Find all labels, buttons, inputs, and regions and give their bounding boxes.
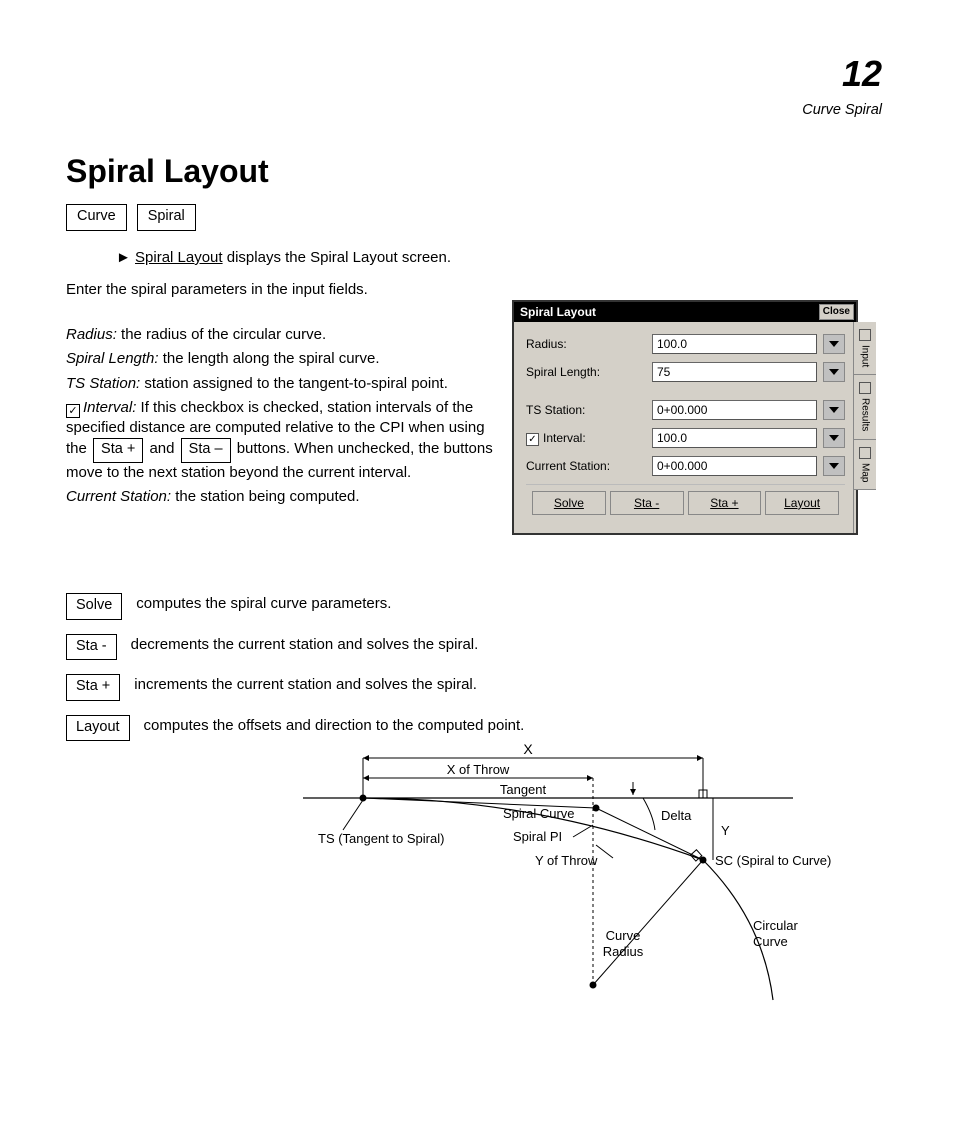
dialog-form: Radius: Spiral Length: TS Station: ✓I <box>514 322 853 533</box>
dialog-body: Radius: Spiral Length: TS Station: ✓I <box>514 322 856 533</box>
page: 12 Curve Spiral Spiral Layout Curve Spir… <box>0 0 954 1146</box>
diagram-x-label: X <box>523 741 533 757</box>
solve-button-ref: Solve <box>66 593 122 620</box>
diagram-x-throw-label: X of Throw <box>447 762 510 777</box>
dialog-titlebar: Spiral Layout Close <box>514 302 856 322</box>
spiral-length-row: Spiral Length: <box>526 362 845 382</box>
diagram-y-label: Y <box>721 823 730 838</box>
spiral-diagram: X X of Throw Tangent TS (Tangent to Spir… <box>303 740 833 1020</box>
interval-label: Interval: <box>543 431 586 445</box>
nav-row: Curve Spiral <box>66 204 196 231</box>
interval-label-wrap: ✓ Interval: <box>526 430 646 447</box>
interval-check-icon: ✓ <box>66 404 80 418</box>
ts-station-input[interactable] <box>652 400 817 420</box>
dialog-side-tabs: Input Results Map <box>853 322 876 533</box>
radius-row: Radius: <box>526 334 845 354</box>
intro-link[interactable]: Spiral Layout <box>135 249 223 266</box>
diagram-ts-label: TS (Tangent to Spiral) <box>318 831 444 846</box>
layout-desc-row: Layout computes the offsets and directio… <box>66 715 524 742</box>
layout-button-ref: Layout <box>66 715 130 742</box>
spiral-length-dropdown[interactable] <box>823 362 845 382</box>
interval-desc-row: ✓Interval: If this checkbox is checked, … <box>66 398 496 483</box>
side-tab-results[interactable]: Results <box>854 375 876 439</box>
inline-sta-minus: Sta – <box>181 438 231 463</box>
solve-desc: computes the spiral curve parameters. <box>136 593 391 614</box>
diagram-y-throw-label: Y of Throw <box>535 853 598 868</box>
dlg-solve-button[interactable]: Solve <box>532 491 606 515</box>
diagram-circ-curve-label: CircularCurve <box>753 918 798 949</box>
ts-station-dropdown[interactable] <box>823 400 845 420</box>
page-title: Spiral Layout <box>66 150 269 193</box>
interval-dropdown[interactable] <box>823 428 845 448</box>
diagram-delta-label: Delta <box>661 808 692 823</box>
interval-input[interactable] <box>652 428 817 448</box>
radius-dropdown[interactable] <box>823 334 845 354</box>
sta-plus-desc-row: Sta + increments the current station and… <box>66 674 524 701</box>
sta-minus-button-ref: Sta - <box>66 634 117 661</box>
radius-input[interactable] <box>652 334 817 354</box>
current-station-label: Current Station: <box>526 458 646 474</box>
dlg-layout-button[interactable]: Layout <box>765 491 839 515</box>
dlg-sta-minus-button[interactable]: Sta - <box>610 491 684 515</box>
layout-desc: computes the offsets and direction to th… <box>144 715 525 736</box>
breadcrumb: Curve Spiral <box>802 101 882 121</box>
ts-station-row: TS Station: <box>526 400 845 420</box>
close-button[interactable]: Close <box>819 304 854 320</box>
dialog-button-row: Solve Sta - Sta + Layout <box>526 484 845 523</box>
dialog-title-text: Spiral Layout <box>520 304 596 320</box>
spiral-length-label: Spiral Length: <box>526 364 646 380</box>
current-station-desc-row: Current Station: the station being compu… <box>66 487 496 507</box>
diagram-curve-radius-label: CurveRadius <box>603 928 644 959</box>
current-station-row: Current Station: <box>526 456 845 476</box>
side-tab-map[interactable]: Map <box>854 440 876 490</box>
spiral-layout-dialog: Spiral Layout Close Radius: Spiral Lengt… <box>512 300 858 535</box>
diagram-sc-label: SC (Spiral to Curve) <box>715 853 831 868</box>
current-station-dropdown[interactable] <box>823 456 845 476</box>
ts-station-label: TS Station: <box>526 402 646 418</box>
nav-spiral-button[interactable]: Spiral <box>137 204 196 231</box>
map-tab-icon <box>859 447 871 459</box>
intro-rest: displays the Spiral Layout screen. <box>223 249 451 266</box>
results-tab-icon <box>859 382 871 394</box>
input-tab-icon <box>859 329 871 341</box>
inline-sta-plus: Sta + <box>93 438 143 463</box>
diagram-spiral-curve-label: Spiral Curve <box>503 806 575 821</box>
side-tab-input[interactable]: Input <box>854 322 876 375</box>
solve-desc-row: Solve computes the spiral curve paramete… <box>66 593 524 620</box>
section-number: 12 <box>842 50 882 99</box>
interval-row: ✓ Interval: <box>526 428 845 448</box>
diagram-spiral-pi-label: Spiral PI <box>513 829 562 844</box>
sta-plus-button-ref: Sta + <box>66 674 120 701</box>
dlg-sta-plus-button[interactable]: Sta + <box>688 491 762 515</box>
current-station-input[interactable] <box>652 456 817 476</box>
spiral-length-input[interactable] <box>652 362 817 382</box>
field-descriptions: Radius: the radius of the circular curve… <box>66 325 496 511</box>
spiral-length-desc-row: Spiral Length: the length along the spir… <box>66 349 496 369</box>
radius-label: Radius: <box>526 336 646 352</box>
sta-minus-desc-row: Sta - decrements the current station and… <box>66 634 524 661</box>
arrow-icon: ► <box>116 249 135 266</box>
diagram-tangent-label: Tangent <box>500 782 547 797</box>
sta-minus-desc: decrements the current station and solve… <box>131 634 479 655</box>
ts-station-desc-row: TS Station: station assigned to the tang… <box>66 374 496 394</box>
button-descriptions: Solve computes the spiral curve paramete… <box>66 593 524 755</box>
nav-curve-button[interactable]: Curve <box>66 204 127 231</box>
radius-desc-row: Radius: the radius of the circular curve… <box>66 325 496 345</box>
intro-paragraph: Enter the spiral parameters in the input… <box>66 280 496 300</box>
intro-line: ► Spiral Layout displays the Spiral Layo… <box>116 248 451 268</box>
interval-checkbox[interactable]: ✓ <box>526 433 539 446</box>
sta-plus-desc: increments the current station and solve… <box>134 674 477 695</box>
